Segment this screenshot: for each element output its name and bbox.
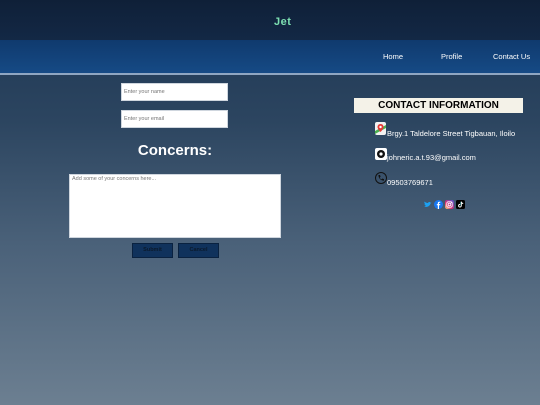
email-icon: [375, 148, 387, 160]
phone-text[interactable]: 09503769671: [387, 178, 433, 187]
contact-info-header: CONTACT INFORMATION: [354, 98, 523, 113]
email-text[interactable]: johneric.a.t.93@gmail.com: [387, 153, 476, 162]
map-pin-icon: [375, 122, 386, 135]
phone-icon: [375, 172, 387, 184]
nav-home-link[interactable]: Home: [383, 52, 403, 61]
nav-bar: Home Profile Contact Us: [0, 40, 540, 75]
tiktok-icon[interactable]: [456, 196, 465, 209]
address-text: Brgy.1 Taldelore Street Tigbauan, Iloilo: [387, 129, 516, 138]
cancel-button[interactable]: Cancel: [178, 243, 219, 258]
concerns-textarea[interactable]: [69, 174, 281, 238]
submit-button[interactable]: Submit: [132, 243, 173, 258]
facebook-icon[interactable]: [434, 196, 443, 209]
instagram-icon[interactable]: [445, 196, 454, 209]
concerns-heading: Concerns:: [137, 142, 213, 159]
nav-contact-link[interactable]: Contact Us: [493, 52, 530, 61]
brand-logo[interactable]: Jet: [274, 16, 291, 28]
twitter-icon[interactable]: [423, 196, 432, 207]
name-input[interactable]: [121, 83, 228, 101]
email-input[interactable]: [121, 110, 228, 128]
nav-profile-link[interactable]: Profile: [441, 52, 462, 61]
top-header: Jet: [0, 0, 540, 40]
